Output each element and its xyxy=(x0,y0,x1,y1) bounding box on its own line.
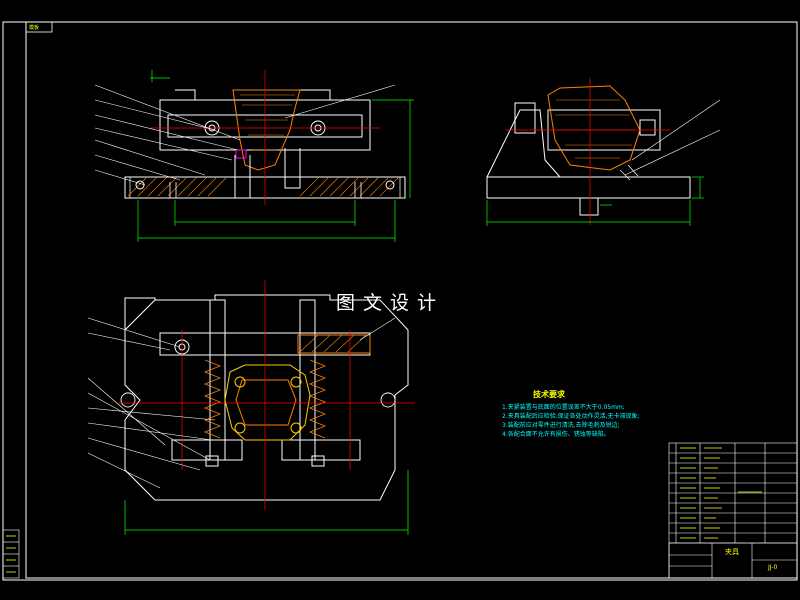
corner-tag: 模板 xyxy=(29,25,40,31)
side-view-leaders xyxy=(624,99,721,176)
plan-view xyxy=(120,294,409,501)
margin-stamp-boxes xyxy=(2,529,20,579)
technical-requirement-3: 3.装配前应对零件进行清洗,去除毛刺及锐边; xyxy=(502,422,620,429)
title-block-name: 夹具 xyxy=(725,548,739,556)
plan-view-workpiece xyxy=(224,364,311,441)
front-view-dimensions xyxy=(137,70,414,242)
watermark-text: 图文设计 xyxy=(336,292,445,314)
technical-requirement-4: 4.各配合面不允许有损伤、锈蚀等缺陷。 xyxy=(502,431,610,438)
technical-requirement-1: 1.夹紧装置与底面的位置误差不大于0.05mm; xyxy=(502,404,625,411)
title-block xyxy=(668,442,798,579)
title-block-code: JJ-0 xyxy=(768,564,778,571)
technical-requirements-title: 技术要求 xyxy=(533,390,565,399)
plan-view-dimensions xyxy=(124,470,409,535)
technical-requirement-2: 2.夹具装配后应检验,保证各处动作灵活,无卡滞现象; xyxy=(502,413,640,420)
side-view xyxy=(486,85,691,216)
side-view-dimensions xyxy=(486,176,704,226)
